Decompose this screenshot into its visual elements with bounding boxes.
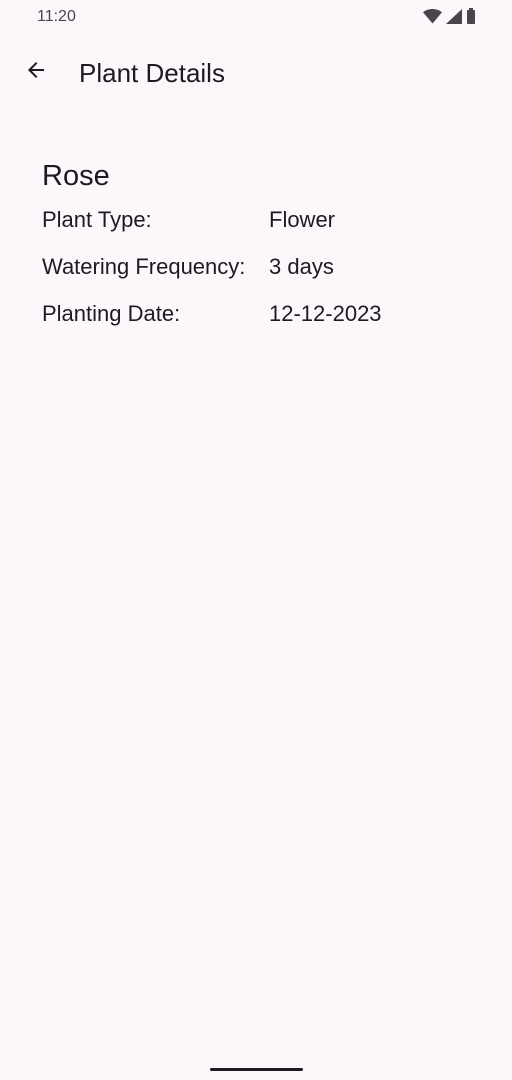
plant-type-value: Flower xyxy=(269,207,336,232)
status-icons xyxy=(423,8,476,24)
plant-name: Rose xyxy=(42,160,110,192)
planting-date-value: 12-12-2023 xyxy=(269,301,382,326)
watering-frequency-label: Watering Frequency: xyxy=(42,254,246,279)
detail-row-planting-date: Planting Date: 12-12-2023 xyxy=(42,301,472,348)
gesture-navigation-bar[interactable] xyxy=(210,1068,303,1071)
watering-frequency-value: 3 days xyxy=(269,254,334,279)
status-time: 11:20 xyxy=(37,8,76,25)
signal-icon xyxy=(446,8,462,24)
wifi-icon xyxy=(423,8,442,24)
top-app-bar: Plant Details xyxy=(0,44,512,106)
plant-type-label: Plant Type: xyxy=(42,207,152,232)
detail-row-plant-type: Plant Type: Flower xyxy=(42,207,472,254)
status-bar: 11:20 xyxy=(0,0,512,34)
page-title: Plant Details xyxy=(79,58,225,88)
battery-icon xyxy=(466,8,476,24)
planting-date-label: Planting Date: xyxy=(42,301,181,326)
arrow-back-icon xyxy=(24,58,48,87)
detail-row-watering-frequency: Watering Frequency: 3 days xyxy=(42,254,472,301)
back-button[interactable] xyxy=(16,52,56,92)
plant-details-content: Rose Plant Type: Flower Watering Frequen… xyxy=(42,160,472,348)
